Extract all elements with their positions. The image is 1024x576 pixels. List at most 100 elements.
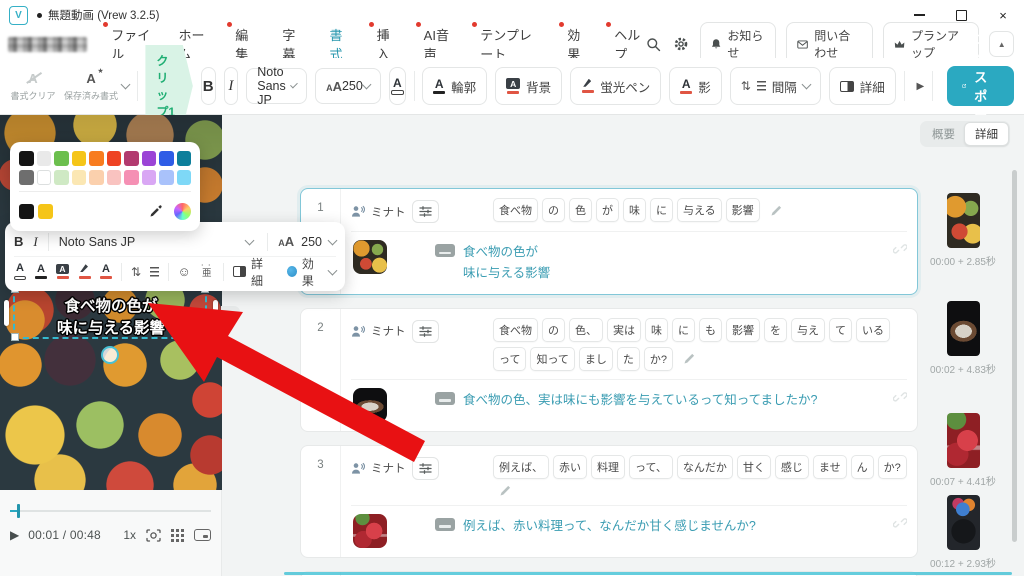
speaker-settings-button[interactable] xyxy=(411,319,439,343)
word-chip[interactable]: も xyxy=(699,317,722,342)
speaker-name[interactable]: ミナト xyxy=(371,323,406,339)
word-chip[interactable]: 例えば、 xyxy=(493,454,549,479)
word-chip[interactable]: の xyxy=(542,317,565,342)
timeline-item[interactable]: 00:00 + 2.85秒 xyxy=(920,193,1006,268)
speaker-name[interactable]: ミナト xyxy=(371,204,406,220)
timeline-thumbnail[interactable] xyxy=(946,193,980,248)
word-chip[interactable]: て xyxy=(829,317,852,342)
color-swatch[interactable] xyxy=(176,170,192,185)
color-swatch[interactable] xyxy=(71,170,87,185)
ruby-icon[interactable]: ・・亜 xyxy=(200,264,214,279)
speaker-settings-button[interactable] xyxy=(411,456,439,480)
playhead[interactable] xyxy=(17,504,20,518)
word-chip[interactable]: 与え xyxy=(791,317,825,342)
gear-icon[interactable] xyxy=(672,33,690,55)
color-swatch[interactable] xyxy=(141,151,156,166)
side-resize-handle[interactable] xyxy=(213,300,218,326)
color-swatch[interactable] xyxy=(124,170,139,185)
seek-bar[interactable] xyxy=(10,504,211,518)
subtitle-text[interactable]: 食べ物の色が 味に与える影響 xyxy=(463,242,550,285)
word-chip[interactable]: か? xyxy=(877,454,907,479)
export-button[interactable]: エクスポート xyxy=(946,32,1014,142)
text-color-icon[interactable]: A xyxy=(14,263,26,280)
subtitle-text[interactable]: 食べ物の色、実は味にも影響を与えているって知ってましたか? xyxy=(463,390,817,411)
word-chip[interactable]: って、 xyxy=(629,454,673,479)
word-chip[interactable]: か? xyxy=(643,346,674,371)
word-chip[interactable]: が xyxy=(596,198,619,222)
color-swatch[interactable] xyxy=(106,151,121,166)
aspect-ratio-icon[interactable] xyxy=(194,529,211,541)
color-swatch[interactable] xyxy=(54,170,69,185)
unlink-icon[interactable] xyxy=(893,240,907,256)
word-chip[interactable]: 色、 xyxy=(569,317,603,342)
color-swatch[interactable] xyxy=(38,203,53,219)
bold-button[interactable]: B xyxy=(200,67,216,105)
chevron-down-icon[interactable] xyxy=(120,79,131,90)
clip-thumbnail[interactable] xyxy=(353,387,387,422)
panel-handle[interactable] xyxy=(221,306,240,321)
text-color-button[interactable]: A xyxy=(388,67,406,105)
word-chip[interactable]: って xyxy=(493,346,527,371)
rotate-handle[interactable] xyxy=(101,346,119,364)
screenshot-icon[interactable] xyxy=(146,528,161,542)
detail-button[interactable]: 詳細 xyxy=(828,67,896,105)
speaker-name[interactable]: ミナト xyxy=(371,460,406,476)
shadow-button[interactable]: A 影 xyxy=(669,67,722,105)
word-chip[interactable]: の xyxy=(542,198,565,222)
clip-thumbnail[interactable] xyxy=(353,513,387,548)
word-chip[interactable]: 味 xyxy=(645,317,668,342)
bold-button[interactable]: B xyxy=(14,234,23,249)
color-swatch[interactable] xyxy=(36,151,51,166)
italic-button[interactable]: I xyxy=(33,234,37,250)
timeline-thumbnail[interactable] xyxy=(946,495,980,550)
color-swatch[interactable] xyxy=(141,170,157,185)
word-chip[interactable]: なんだか xyxy=(676,454,733,479)
expand-toolbar-button[interactable]: ▶ xyxy=(916,81,924,92)
color-swatch[interactable] xyxy=(36,170,52,185)
unlink-icon[interactable] xyxy=(893,514,907,530)
timeline-thumbnail[interactable] xyxy=(946,301,980,356)
spacing-button[interactable]: ⇅ 間隔 xyxy=(729,67,821,105)
color-swatch[interactable] xyxy=(89,151,104,166)
eyedropper-icon[interactable] xyxy=(145,200,167,222)
word-chip[interactable]: 食べ物 xyxy=(493,198,538,222)
emoji-icon[interactable]: ☺ xyxy=(178,264,191,279)
preview-caption[interactable]: 食べ物の色が 味に与える影響 xyxy=(0,296,222,341)
timeline-item[interactable]: 00:07 + 4.41秒 xyxy=(920,413,1006,488)
grid-icon[interactable] xyxy=(171,528,184,542)
timeline-item[interactable]: 00:02 + 4.83秒 xyxy=(920,301,1006,376)
color-swatch[interactable] xyxy=(159,170,174,185)
color-swatch[interactable] xyxy=(106,170,122,185)
word-chip[interactable]: まし xyxy=(578,346,613,371)
word-chip[interactable]: た xyxy=(616,346,640,371)
background-button[interactable]: A 背景 xyxy=(495,67,563,105)
edit-pencil-icon[interactable] xyxy=(770,204,783,217)
color-swatch[interactable] xyxy=(19,170,34,185)
italic-button[interactable]: I xyxy=(223,67,239,105)
color-swatch[interactable] xyxy=(176,151,191,166)
word-chip[interactable]: 料理 xyxy=(591,454,625,479)
color-swatch[interactable] xyxy=(71,151,86,166)
timeline-item[interactable]: 00:12 + 2.93秒 xyxy=(920,495,1006,570)
custom-color-icon[interactable] xyxy=(174,202,191,220)
word-chip[interactable]: に xyxy=(650,198,673,222)
word-chip[interactable]: いる xyxy=(856,317,890,342)
word-chip[interactable]: 与える xyxy=(677,198,722,222)
font-size-select[interactable]: AA 250 xyxy=(278,234,338,249)
line-spacing-icon[interactable] xyxy=(150,266,159,277)
edit-pencil-icon[interactable] xyxy=(499,484,512,497)
subtitle-card[interactable]: 2 ミナト 食べ物の色、 実は味にも影響を与えている って 知って ましたか? 食べ物の色、実… xyxy=(300,307,918,432)
subtitle-card[interactable]: 1 ミナト 食べ物の色が味に与える 影響 食べ物の色が 味に与える影響 xyxy=(300,188,918,295)
font-select[interactable]: Noto Sans JP xyxy=(59,235,258,249)
effect-button[interactable]: 効果 xyxy=(286,255,338,289)
play-button[interactable]: ▶ xyxy=(10,528,19,542)
background-icon[interactable]: A xyxy=(56,264,69,279)
shadow-icon[interactable]: A xyxy=(100,263,112,280)
spacing-icon[interactable]: ⇅ xyxy=(131,265,141,279)
scrollbar[interactable] xyxy=(1012,170,1017,542)
color-swatch[interactable] xyxy=(19,203,34,219)
side-resize-handle[interactable] xyxy=(4,300,9,326)
subtitle-card[interactable]: 3 ミナト 例えば、 赤い 料理 って、 なんだか 甘く 感じ ませんか? 例えば、赤い料理って、な… xyxy=(300,444,918,558)
subtitle-text[interactable]: 例えば、赤い料理って、なんだか甘く感じませんか? xyxy=(463,516,756,537)
speaker-settings-button[interactable] xyxy=(411,200,439,223)
